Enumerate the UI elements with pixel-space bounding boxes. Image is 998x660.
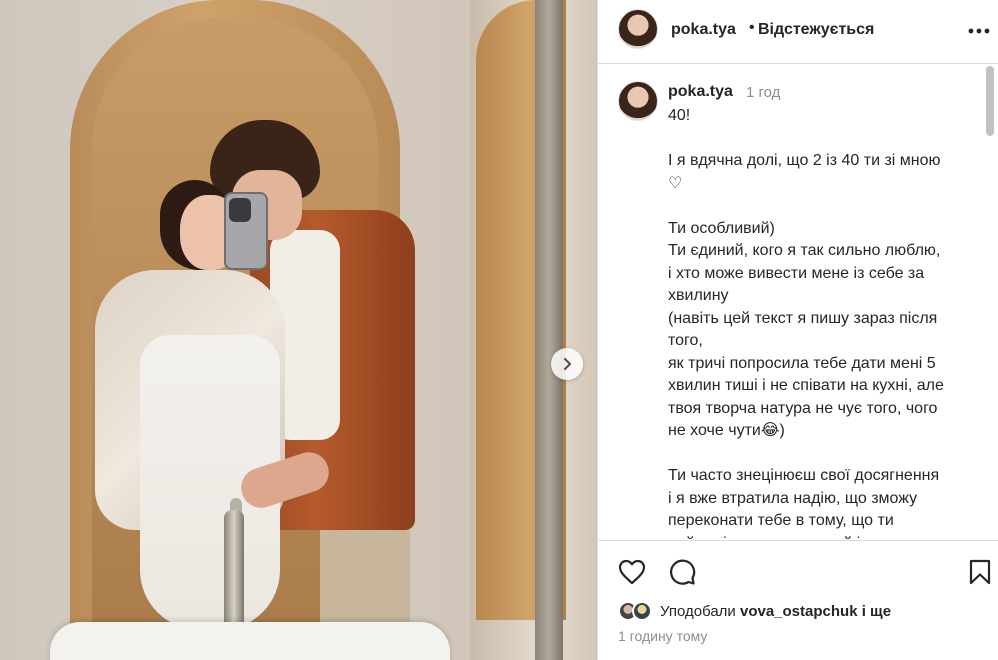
author-username[interactable]: poka.tya (671, 21, 736, 39)
likes-username[interactable]: vova_ostapchuk (740, 603, 858, 620)
save-button[interactable] (965, 557, 995, 587)
more-options-button[interactable] (966, 18, 992, 44)
likes-prefix: Уподобали (660, 602, 736, 620)
post-time-ago[interactable]: 1 годину тому (618, 628, 707, 644)
photo-phone-camera (229, 198, 251, 222)
post-header: poka.tya • Відстежується (598, 0, 998, 64)
post-side-panel: poka.tya • Відстежується poka.tya 1 год … (597, 0, 998, 660)
like-button[interactable] (617, 557, 647, 587)
photo-sink (50, 622, 450, 660)
bookmark-icon (969, 559, 991, 585)
caption-avatar[interactable] (618, 81, 658, 121)
caption-area[interactable]: poka.tya 1 год 40! І я вдячна долі, що 2… (598, 65, 984, 539)
comment-button[interactable] (667, 557, 697, 587)
likes-others[interactable]: і ще (862, 603, 891, 620)
likes-text: Уподобали vova_ostapchuk і ще (660, 603, 891, 620)
post-actions: Уподобали vova_ostapchuk і ще 1 годину т… (598, 540, 998, 660)
heart-icon (618, 559, 646, 585)
carousel-next-button[interactable] (551, 348, 583, 380)
likes-summary[interactable]: Уподобали vova_ostapchuk і ще (618, 598, 891, 624)
more-horizontal-icon (968, 28, 990, 34)
header-separator: • (749, 19, 755, 36)
photo-door-edge (535, 0, 563, 660)
author-avatar[interactable] (618, 9, 658, 49)
caption-scrollbar[interactable] (986, 66, 994, 136)
liker-avatar[interactable] (632, 601, 652, 621)
post-photo (0, 0, 597, 660)
caption-timestamp[interactable]: 1 год (746, 84, 780, 101)
follow-status-button[interactable]: Відстежується (758, 21, 874, 39)
caption-username[interactable]: poka.tya (668, 83, 733, 101)
chevron-right-icon (563, 357, 572, 371)
comment-icon (670, 559, 696, 585)
caption-text: 40! І я вдячна долі, що 2 із 40 ти зі мн… (668, 107, 946, 539)
